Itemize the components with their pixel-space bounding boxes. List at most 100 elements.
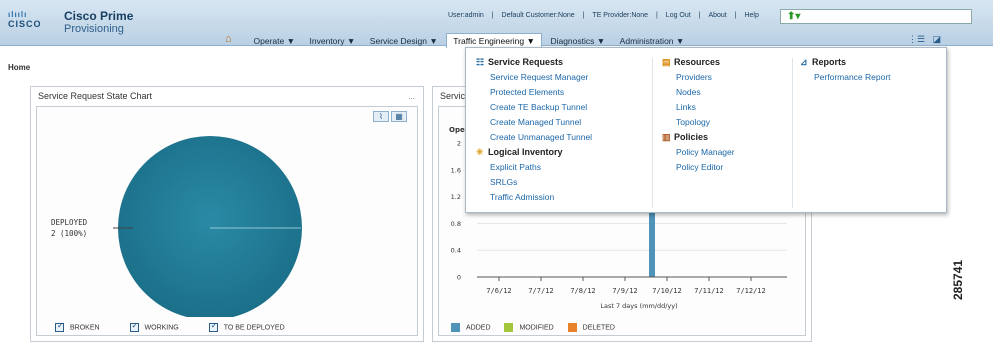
traffic-engineering-menu: ☷ Service Requests Service Request Manage…: [465, 47, 947, 213]
menu-item-create-te-backup-tunnel[interactable]: Create TE Backup Tunnel: [476, 102, 592, 117]
legend-broken[interactable]: BROKEN: [55, 321, 100, 332]
logout-link[interactable]: Log Out: [666, 12, 691, 19]
about-link[interactable]: About: [708, 12, 726, 19]
nav-service-design[interactable]: Service Design ▼: [364, 34, 444, 48]
menu-item-traffic-admission[interactable]: Traffic Admission: [476, 192, 592, 207]
legend-added[interactable]: ADDED: [451, 323, 491, 332]
menu-item-topology[interactable]: Topology: [662, 117, 735, 132]
nav-diagnostics[interactable]: Diagnostics ▼: [544, 34, 611, 48]
menu-item-providers[interactable]: Providers: [662, 72, 735, 87]
x-tick-label: 7/12/12: [736, 287, 766, 295]
top-links: User:admin | Default Customer:None | TE …: [445, 12, 762, 19]
logo-bars: ılıılı: [8, 10, 28, 19]
y-tick-label: 1.2: [451, 193, 461, 201]
legend-label: TO BE DEPLOYED: [223, 324, 285, 332]
legend-to-be-deployed[interactable]: TO BE DEPLOYED: [208, 321, 285, 332]
checkbox[interactable]: [208, 321, 218, 332]
customer-link[interactable]: Default Customer:None: [502, 12, 575, 19]
product-name: Cisco Prime: [64, 9, 134, 23]
service-request-state-panel: Service Request State Chart ... ⌇ ▦ DEPLO…: [30, 86, 424, 342]
menu-divider: [792, 58, 793, 208]
resources-icon: ▤: [662, 57, 671, 67]
separator: |: [582, 12, 585, 19]
nav-traffic-engineering[interactable]: Traffic Engineering ▼: [446, 33, 542, 48]
pie-slice-deployed[interactable]: [118, 136, 302, 317]
logical-inventory-icon: ✳: [476, 147, 484, 157]
nav-administration[interactable]: Administration ▼: [614, 34, 691, 48]
menu-column-2: ▤ Resources Providers Nodes Links Topolog…: [662, 57, 735, 177]
legend-deleted[interactable]: DELETED: [567, 323, 615, 332]
chart-edit-icon[interactable]: ◪: [933, 34, 942, 44]
pie-chart-area: ⌇▦ DEPLOYED 2 (100%) BROKEN WORKING TO B…: [36, 106, 418, 336]
menu-heading-resources: ▤ Resources: [662, 57, 721, 67]
legend-label: DELETED: [582, 324, 615, 332]
home-icon[interactable]: ⌂: [225, 33, 245, 45]
x-tick-label: 7/9/12: [612, 287, 637, 295]
legend-label: WORKING: [144, 324, 179, 332]
header-tools: ⋮☰ ◪: [908, 34, 946, 45]
bar-legend: ADDED MODIFIED DELETED: [451, 323, 643, 332]
menu-heading-service-requests: ☷ Service Requests: [476, 57, 564, 67]
y-tick-label: 0.4: [451, 247, 461, 255]
app-header: ılıılı CISCO Cisco Prime Provisioning Us…: [0, 0, 993, 48]
separator: |: [734, 12, 737, 19]
service-requests-icon: ☷: [476, 57, 485, 67]
pie-chart: DEPLOYED 2 (100%): [51, 136, 302, 317]
menu-heading-logical-inventory: ✳ Logical Inventory: [476, 147, 563, 157]
menu-item-service-request-manager[interactable]: Service Request Manager: [476, 72, 592, 87]
y-tick-label: 1.6: [451, 166, 461, 174]
menu-item-policy-manager[interactable]: Policy Manager: [662, 147, 735, 162]
menu-item-create-managed-tunnel[interactable]: Create Managed Tunnel: [476, 117, 592, 132]
green-up-arrow-icon[interactable]: ⬆▾: [787, 11, 800, 22]
list-view-icon[interactable]: ⋮☰: [908, 34, 925, 44]
cisco-logo: ılıılı CISCO Cisco Prime Provisioning: [8, 9, 133, 35]
product-subtitle: Provisioning: [64, 23, 124, 35]
separator: |: [656, 12, 658, 19]
x-tick-label: 7/6/12: [486, 287, 511, 295]
menu-item-explicit-paths[interactable]: Explicit Paths: [476, 162, 592, 177]
help-link[interactable]: Help: [744, 12, 758, 19]
x-tick-label: 7/7/12: [528, 287, 553, 295]
menu-heading-reports: ⊿ Reports: [800, 57, 847, 67]
y-tick-label: 2: [457, 140, 461, 148]
pie-label-deployed: DEPLOYED: [51, 218, 88, 227]
x-tick-label: 7/8/12: [570, 287, 595, 295]
menu-item-srlgs[interactable]: SRLGs: [476, 177, 592, 192]
menu-item-nodes[interactable]: Nodes: [662, 87, 735, 102]
menu-divider: [652, 58, 653, 208]
pie-legend: BROKEN WORKING TO BE DEPLOYED: [55, 321, 313, 332]
menu-item-links[interactable]: Links: [662, 102, 735, 117]
menu-item-protected-elements[interactable]: Protected Elements: [476, 87, 592, 102]
search-input[interactable]: ⬆▾: [780, 9, 972, 24]
figure-id: 285741: [951, 259, 965, 300]
legend-working[interactable]: WORKING: [129, 321, 179, 332]
menu-item-performance-report[interactable]: Performance Report: [800, 72, 891, 87]
nav-operate[interactable]: Operate ▼: [248, 34, 302, 48]
panel-header: Service Request State Chart ...: [31, 87, 423, 105]
policies-icon: ▥: [662, 132, 671, 142]
panel-title: Servic: [440, 91, 466, 101]
y-tick-label: 0.8: [451, 220, 461, 228]
checkbox[interactable]: [55, 321, 64, 332]
legend-swatch: [567, 323, 577, 332]
legend-swatch: [504, 323, 514, 332]
nav-inventory[interactable]: Inventory ▼: [304, 34, 362, 48]
separator: |: [491, 12, 494, 19]
legend-swatch: [451, 323, 460, 332]
checkbox[interactable]: [129, 321, 139, 332]
panel-menu-icon[interactable]: ...: [408, 92, 415, 101]
breadcrumb[interactable]: Home: [8, 63, 30, 72]
legend-label: MODIFIED: [519, 324, 554, 332]
te-provider-link[interactable]: TE Provider:None: [592, 12, 648, 19]
menu-column-3: ⊿ Reports Performance Report: [800, 57, 891, 87]
user-link[interactable]: User:admin: [448, 12, 484, 19]
legend-label: BROKEN: [70, 324, 100, 332]
menu-item-policy-editor[interactable]: Policy Editor: [662, 162, 735, 177]
menu-item-create-unmanaged-tunnel[interactable]: Create Unmanaged Tunnel: [476, 132, 592, 147]
pie-label-deployed-value: 2 (100%): [51, 229, 87, 238]
logo-wordmark: CISCO: [8, 19, 42, 29]
menu-column-1: ☷ Service Requests Service Request Manage…: [476, 57, 592, 207]
legend-modified[interactable]: MODIFIED: [504, 323, 554, 332]
x-axis-title: Last 7 days (mm/dd/yy): [600, 302, 677, 310]
legend-label: ADDED: [466, 324, 491, 332]
